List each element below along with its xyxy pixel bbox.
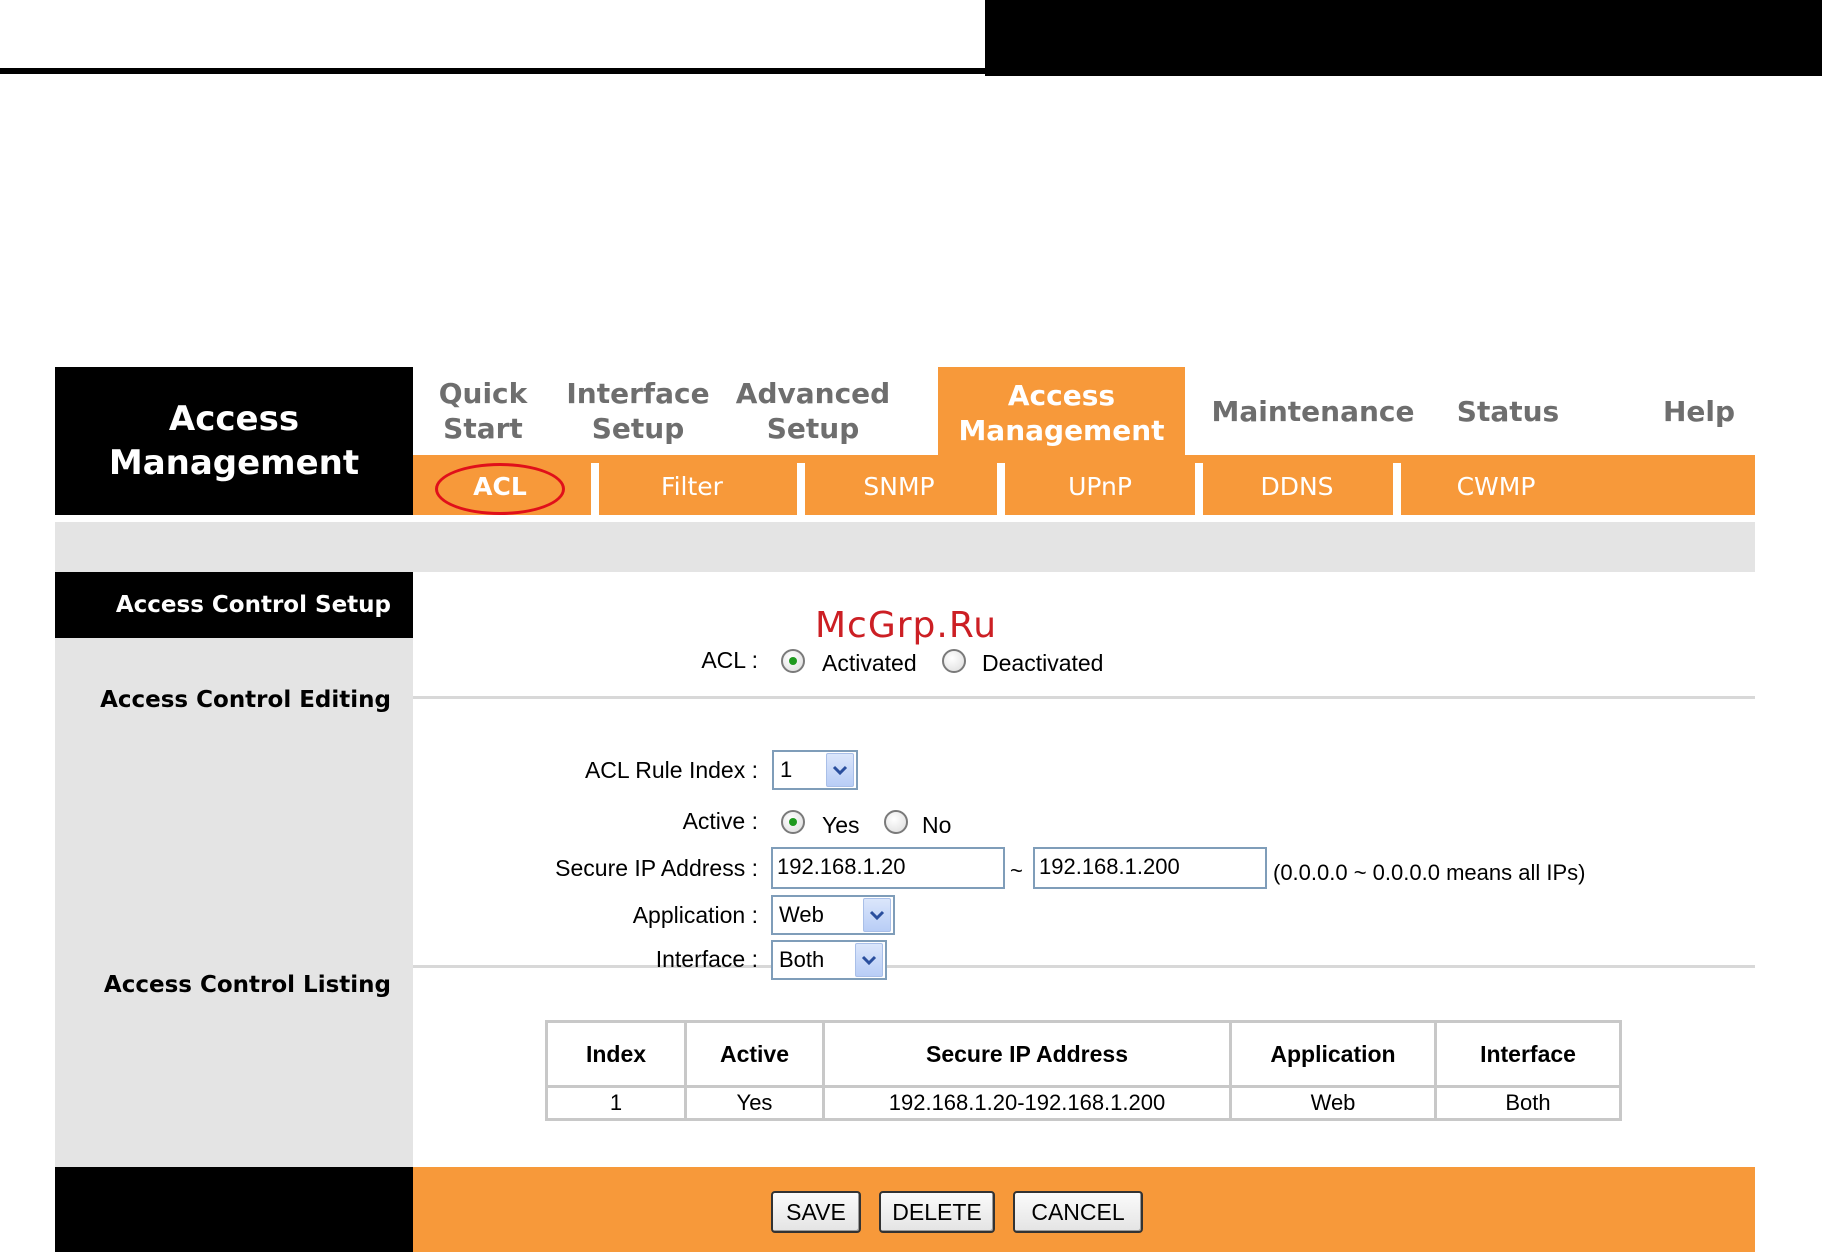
sidebar-label-listing: Access Control Listing — [103, 972, 391, 998]
interface-select[interactable]: Both — [771, 940, 887, 980]
chevron-down-icon — [826, 753, 854, 787]
section-title: Access Management — [55, 367, 413, 515]
section-divider — [413, 965, 1755, 968]
acl-activated-radio[interactable] — [781, 649, 805, 673]
secure-ip-start-input[interactable]: 192.168.1.20 — [771, 847, 1005, 889]
sidebar: Access Control Setup Access Control Edit… — [55, 572, 413, 1172]
cell-active: Yes — [684, 1085, 825, 1121]
tab-access-management[interactable]: Access Management — [938, 367, 1185, 459]
tab-help[interactable]: Help — [1643, 367, 1755, 455]
subtab-separator — [1195, 463, 1203, 515]
column-header-active: Active — [684, 1020, 825, 1088]
chevron-down-icon — [863, 898, 891, 932]
acl-activated-label: Activated — [822, 650, 917, 676]
sidebar-header: Access Control Setup — [55, 572, 413, 638]
subtab-upnp[interactable]: UPnP — [1005, 461, 1195, 511]
active-no-label: No — [922, 812, 952, 838]
tab-maintenance[interactable]: Maintenance — [1198, 367, 1428, 455]
save-button[interactable]: SAVE — [771, 1191, 861, 1233]
section-divider — [413, 696, 1755, 699]
subtab-separator — [797, 463, 805, 515]
interface-label: Interface : — [655, 946, 758, 972]
rule-index-select[interactable]: 1 — [772, 750, 858, 790]
delete-button[interactable]: DELETE — [879, 1191, 995, 1233]
chevron-down-icon — [855, 943, 883, 977]
interface-value: Both — [779, 947, 825, 972]
header-black-block — [985, 0, 1822, 76]
tab-advanced-setup[interactable]: Advanced Setup — [723, 367, 903, 455]
secure-ip-end-input[interactable]: 192.168.1.200 — [1033, 847, 1267, 889]
footer-bar: SAVE DELETE CANCEL — [413, 1167, 1755, 1252]
subtab-cwmp[interactable]: CWMP — [1401, 461, 1591, 511]
table-header-row: Index Active Secure IP Address Applicati… — [545, 1020, 1622, 1088]
main-tabs: Quick Start Interface Setup Advanced Set… — [413, 367, 1755, 459]
column-header-interface: Interface — [1434, 1020, 1622, 1088]
acl-deactivated-label: Deactivated — [982, 650, 1104, 676]
subtab-snmp[interactable]: SNMP — [805, 461, 993, 511]
cell-secure-ip: 192.168.1.20-192.168.1.200 — [822, 1085, 1232, 1121]
column-header-secure-ip: Secure IP Address — [822, 1020, 1232, 1088]
subtab-ddns[interactable]: DDNS — [1203, 461, 1391, 511]
subtab-separator — [997, 463, 1005, 515]
ip-range-hint: (0.0.0.0 ~ 0.0.0.0 means all IPs) — [1273, 860, 1586, 885]
application-select[interactable]: Web — [771, 895, 895, 935]
subtab-separator — [591, 463, 599, 515]
tab-quick-start[interactable]: Quick Start — [413, 367, 553, 455]
cell-interface: Both — [1434, 1085, 1622, 1121]
sub-navigation: ACL Filter SNMP UPnP DDNS CWMP — [413, 455, 1755, 515]
column-header-index: Index — [545, 1020, 687, 1088]
subtab-separator — [1393, 463, 1401, 515]
cell-index: 1 — [545, 1085, 687, 1121]
subtab-filter[interactable]: Filter — [599, 461, 785, 511]
ip-range-separator: ~ — [1010, 858, 1023, 883]
active-yes-label: Yes — [822, 812, 860, 838]
watermark-text: McGrp.Ru — [815, 605, 998, 646]
table-row: 1 Yes 192.168.1.20-192.168.1.200 Web Bot… — [545, 1085, 1622, 1121]
cell-application: Web — [1229, 1085, 1437, 1121]
cancel-button[interactable]: CANCEL — [1013, 1191, 1143, 1233]
sidebar-label-editing: Access Control Editing — [100, 687, 391, 713]
application-value: Web — [779, 902, 824, 927]
column-header-application: Application — [1229, 1020, 1437, 1088]
acl-listing-table: Index Active Secure IP Address Applicati… — [545, 1020, 1622, 1121]
tab-status[interactable]: Status — [1433, 367, 1583, 455]
header-rule — [0, 68, 990, 74]
rule-index-value: 1 — [780, 757, 793, 782]
rule-index-label: ACL Rule Index : — [584, 757, 758, 783]
active-yes-radio[interactable] — [781, 810, 805, 834]
tab-interface-setup[interactable]: Interface Setup — [553, 367, 723, 455]
subtab-acl[interactable]: ACL — [435, 461, 565, 511]
active-no-radio[interactable] — [884, 810, 908, 834]
acl-deactivated-radio[interactable] — [942, 649, 966, 673]
acl-label: ACL : — [701, 647, 758, 673]
secure-ip-label: Secure IP Address : — [555, 855, 758, 881]
active-label: Active : — [682, 808, 758, 834]
spacer-bar — [55, 522, 1755, 572]
application-label: Application : — [632, 902, 758, 928]
footer-left — [55, 1167, 413, 1252]
